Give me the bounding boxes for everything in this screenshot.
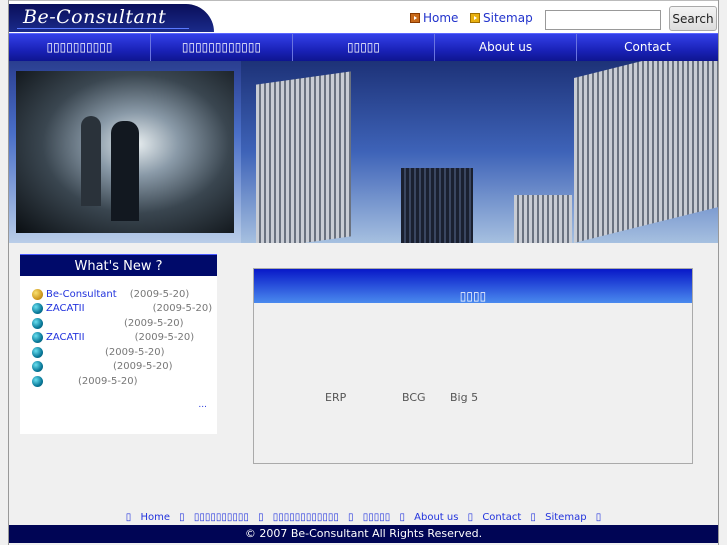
whats-new-box: What's New ? Be-Consultant (2009-5-20) ZA…: [20, 254, 217, 434]
news-date: (2009-5-20): [129, 288, 190, 300]
footer-link-1[interactable]: ▯▯▯▯▯▯▯▯▯▯: [194, 512, 249, 523]
nav-contact[interactable]: Contact: [577, 34, 718, 61]
separator: ▯: [179, 512, 185, 523]
news-list: Be-Consultant (2009-5-20) ZACATII (2009-5-…: [20, 276, 217, 389]
separator: ▯: [399, 512, 405, 523]
nav-item-1[interactable]: ▯▯▯▯▯▯▯▯▯▯: [9, 34, 151, 61]
nav-item-2[interactable]: ▯▯▯▯▯▯▯▯▯▯▯▯: [151, 34, 293, 61]
teal-bullet-icon: [32, 375, 43, 387]
teal-bullet-icon: [32, 303, 43, 315]
footer-link-2[interactable]: ▯▯▯▯▯▯▯▯▯▯▯▯: [273, 512, 339, 523]
news-date: (2009-5-20): [134, 332, 195, 344]
list-item[interactable]: (2009-5-20): [32, 360, 217, 375]
list-item[interactable]: (2009-5-20): [32, 374, 217, 389]
sitemap-link[interactable]: Sitemap: [470, 11, 533, 25]
separator: ▯: [595, 512, 602, 523]
building: [514, 195, 572, 243]
nav-about-us[interactable]: About us: [435, 34, 577, 61]
banner-buildings-photo: [241, 61, 718, 243]
separator: ▯: [530, 512, 536, 523]
news-title[interactable]: ZACATII: [46, 303, 85, 314]
separator: ▯: [258, 512, 264, 523]
search-input[interactable]: [545, 10, 661, 30]
teal-bullet-icon: [32, 332, 43, 344]
sitemap-icon: [470, 13, 480, 23]
teal-bullet-icon: [32, 361, 43, 373]
building: [256, 71, 351, 243]
main-nav: ▯▯▯▯▯▯▯▯▯▯ ▯▯▯▯▯▯▯▯▯▯▯▯ ▯▯▯▯▯ About us C…: [9, 33, 718, 61]
sitemap-link-label: Sitemap: [483, 11, 533, 25]
whats-new-title: What's New ?: [20, 254, 217, 276]
news-date: (2009-5-20): [152, 303, 213, 315]
list-item[interactable]: ZACATII (2009-5-20): [32, 331, 217, 346]
list-item[interactable]: Be-Consultant (2009-5-20): [32, 287, 217, 302]
nav-item-3[interactable]: ▯▯▯▯▯: [293, 34, 435, 61]
footer-sitemap-link[interactable]: Sitemap: [545, 512, 586, 523]
footer-about-link[interactable]: About us: [414, 512, 458, 523]
footer-home-link[interactable]: Home: [140, 512, 170, 523]
separator: ▯: [467, 512, 474, 523]
building: [401, 168, 473, 243]
term-big5: Big 5: [450, 391, 479, 404]
news-date: (2009-5-20): [105, 346, 165, 358]
list-item[interactable]: ZACATII (2009-5-20): [32, 302, 217, 317]
term-erp: ERP: [325, 391, 347, 404]
banner-people-photo: [16, 71, 234, 233]
news-date: (2009-5-20): [78, 375, 138, 387]
news-date: (2009-5-20): [113, 361, 173, 373]
footer-links: ▯ Home ▯ ▯▯▯▯▯▯▯▯▯▯ ▯ ▯▯▯▯▯▯▯▯▯▯▯▯ ▯ ▯▯▯…: [9, 512, 718, 523]
news-title[interactable]: Be-Consultant: [46, 289, 117, 300]
home-link[interactable]: Home: [410, 11, 458, 25]
teal-bullet-icon: [32, 317, 43, 329]
separator: ▯: [348, 512, 354, 523]
logo[interactable]: Be-Consultant: [9, 4, 214, 32]
more-link[interactable]: ...: [198, 400, 207, 410]
page-frame: Be-Consultant Home Sitemap Search ▯▯▯▯▯▯…: [8, 0, 719, 545]
separator: ▯: [125, 512, 132, 523]
copyright-bar: © 2007 Be-Consultant All Rights Reserved…: [9, 525, 718, 543]
building: [574, 61, 718, 243]
list-item[interactable]: (2009-5-20): [32, 345, 217, 360]
banner: [9, 61, 718, 243]
logo-text: Be-Consultant: [23, 6, 167, 28]
news-title[interactable]: ZACATII: [46, 332, 85, 343]
panel-title: ▯▯▯▯: [254, 269, 692, 303]
teal-bullet-icon: [32, 346, 43, 358]
term-bcg: BCG: [402, 391, 426, 404]
list-item[interactable]: (2009-5-20): [32, 316, 217, 331]
home-icon: [410, 13, 420, 23]
search-button[interactable]: Search: [669, 6, 717, 31]
gold-bullet-icon: [32, 288, 43, 300]
news-date: (2009-5-20): [124, 317, 184, 329]
home-link-label: Home: [423, 11, 459, 25]
footer-contact-link[interactable]: Contact: [482, 512, 521, 523]
footer-link-3[interactable]: ▯▯▯▯▯: [363, 512, 391, 523]
header: Be-Consultant Home Sitemap Search: [9, 0, 718, 33]
content-panel: ▯▯▯▯ ERP BCG Big 5: [253, 268, 693, 464]
